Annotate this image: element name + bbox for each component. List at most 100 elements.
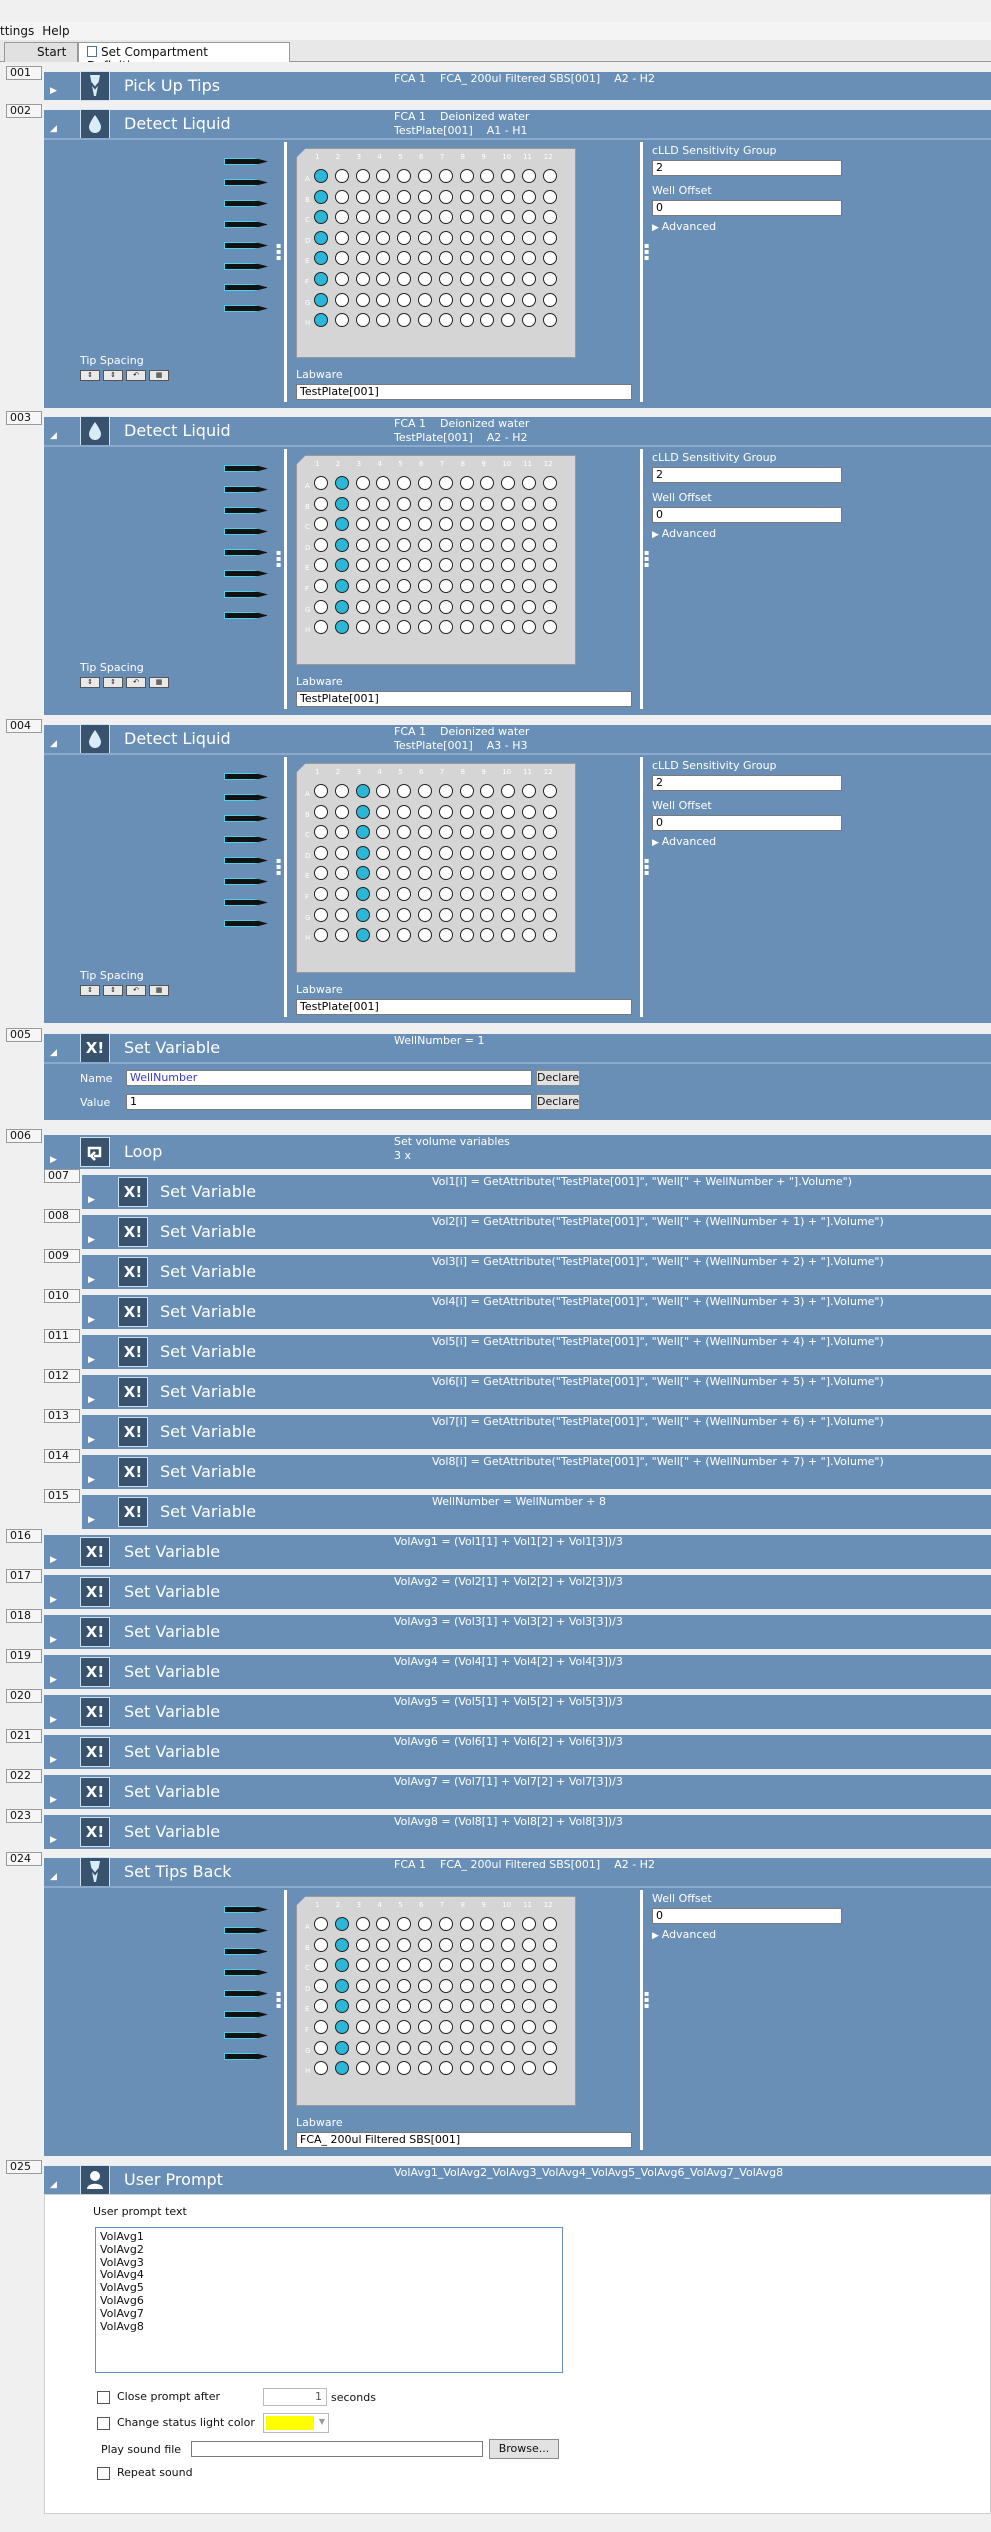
well-E7[interactable] [438, 866, 453, 881]
well-B7[interactable] [438, 189, 453, 204]
well-H8[interactable] [459, 620, 474, 635]
well-G11[interactable] [522, 292, 536, 307]
well-G10[interactable] [501, 292, 516, 307]
well-D7[interactable] [438, 1978, 453, 1993]
drag-handle-icon[interactable]: ▪ ▪ ▪ [644, 549, 649, 569]
well-B7[interactable] [438, 496, 453, 511]
well-C7[interactable] [438, 1958, 453, 1973]
well-F7[interactable] [438, 579, 453, 593]
well-E11[interactable] [522, 866, 536, 881]
well-A3[interactable] [355, 476, 370, 490]
well-B10[interactable] [501, 804, 516, 819]
well-F12[interactable] [542, 2020, 557, 2034]
well-D4[interactable] [376, 230, 391, 245]
well-C5[interactable] [397, 210, 412, 225]
well-B8[interactable] [459, 804, 474, 819]
expand-icon[interactable]: ▶ [88, 1235, 95, 1245]
well-B6[interactable] [418, 496, 432, 511]
well-A7[interactable] [438, 169, 453, 183]
well-A5[interactable] [397, 784, 412, 798]
well-D9[interactable] [480, 230, 495, 245]
well-D10[interactable] [501, 230, 516, 245]
well-H2[interactable] [334, 313, 349, 328]
well-A7[interactable] [438, 1917, 453, 1931]
well-E5[interactable] [397, 866, 412, 881]
well-E1[interactable] [314, 866, 328, 881]
well-D11[interactable] [522, 537, 536, 552]
well-B1[interactable] [314, 496, 328, 511]
well-F11[interactable] [522, 272, 536, 286]
well-B6[interactable] [418, 1937, 432, 1952]
well-D1[interactable] [314, 1978, 328, 1993]
well-D3[interactable] [355, 230, 370, 245]
expand-icon[interactable]: ▶ [50, 1715, 57, 1725]
well-C9[interactable] [480, 517, 495, 532]
well-F4[interactable] [376, 579, 391, 593]
well-G10[interactable] [501, 2040, 516, 2055]
well-D6[interactable] [418, 230, 432, 245]
well-H1[interactable] [314, 313, 328, 328]
tab-start[interactable]: Start [4, 42, 78, 62]
well-H12[interactable] [542, 620, 557, 635]
spacing-expand-icon[interactable]: ⇕ [103, 985, 123, 996]
well-E4[interactable] [376, 866, 391, 881]
well-E6[interactable] [418, 251, 432, 266]
well-F11[interactable] [522, 579, 536, 593]
well-A10[interactable] [501, 169, 516, 183]
well-F5[interactable] [397, 887, 412, 901]
well-E6[interactable] [418, 866, 432, 881]
well-D4[interactable] [376, 537, 391, 552]
well-F1[interactable] [314, 272, 328, 286]
step-header[interactable]: ▶ X! Set Variable VolAvg1 = (Vol1[1] + Vol1… [44, 1535, 991, 1569]
well-D8[interactable] [459, 230, 474, 245]
expand-icon[interactable]: ▶ [88, 1475, 95, 1485]
well-F2[interactable] [334, 579, 349, 593]
well-F9[interactable] [480, 2020, 495, 2034]
well-G2[interactable] [334, 907, 349, 922]
well-E4[interactable] [376, 1999, 391, 2014]
well-C10[interactable] [501, 210, 516, 225]
expand-icon[interactable]: ▶ [50, 1675, 57, 1685]
well-D12[interactable] [542, 845, 557, 860]
sound-file-field[interactable] [191, 2441, 483, 2457]
well-G1[interactable] [314, 2040, 328, 2055]
well-F3[interactable] [355, 272, 370, 286]
well-H8[interactable] [459, 2061, 474, 2076]
well-G12[interactable] [542, 292, 557, 307]
well-A11[interactable] [522, 476, 536, 490]
well-A5[interactable] [397, 476, 412, 490]
well-E9[interactable] [480, 251, 495, 266]
well-D6[interactable] [418, 1978, 432, 1993]
well-C9[interactable] [480, 825, 495, 840]
expand-icon[interactable]: ▶ [50, 1835, 57, 1845]
well-D6[interactable] [418, 537, 432, 552]
well-F3[interactable] [355, 579, 370, 593]
well-A11[interactable] [522, 169, 536, 183]
well-E8[interactable] [459, 558, 474, 573]
well-F12[interactable] [542, 272, 557, 286]
well-B2[interactable] [334, 1937, 349, 1952]
well-G9[interactable] [480, 907, 495, 922]
well-C7[interactable] [438, 825, 453, 840]
advanced-toggle[interactable]: ▶ Advanced [652, 220, 716, 233]
well-E9[interactable] [480, 866, 495, 881]
step-header[interactable]: ▶ X! Set Variable VolAvg3 = (Vol3[1] + Vol3… [44, 1615, 991, 1649]
step-header[interactable]: ▶ X! Set Variable Vol5[i] = GetAttribute("T… [82, 1335, 991, 1369]
drag-handle-icon[interactable]: ▪ ▪ ▪ [276, 1990, 281, 2010]
well-H11[interactable] [522, 2061, 536, 2076]
step-header[interactable]: ▶ X! Set Variable Vol6[i] = GetAttribute("T… [82, 1375, 991, 1409]
well-E3[interactable] [355, 251, 370, 266]
expand-icon[interactable]: ▶ [88, 1195, 95, 1205]
advanced-toggle[interactable]: ▶ Advanced [652, 527, 716, 540]
well-G10[interactable] [501, 599, 516, 614]
well-H12[interactable] [542, 313, 557, 328]
well-H7[interactable] [438, 620, 453, 635]
well-C11[interactable] [522, 517, 536, 532]
collapse-icon[interactable]: ◢ [50, 1872, 57, 1882]
well-H5[interactable] [397, 620, 412, 635]
well-A2[interactable] [334, 784, 349, 798]
collapse-icon[interactable]: ◢ [50, 2180, 57, 2190]
well-G12[interactable] [542, 599, 557, 614]
well-C8[interactable] [459, 517, 474, 532]
well-B7[interactable] [438, 1937, 453, 1952]
